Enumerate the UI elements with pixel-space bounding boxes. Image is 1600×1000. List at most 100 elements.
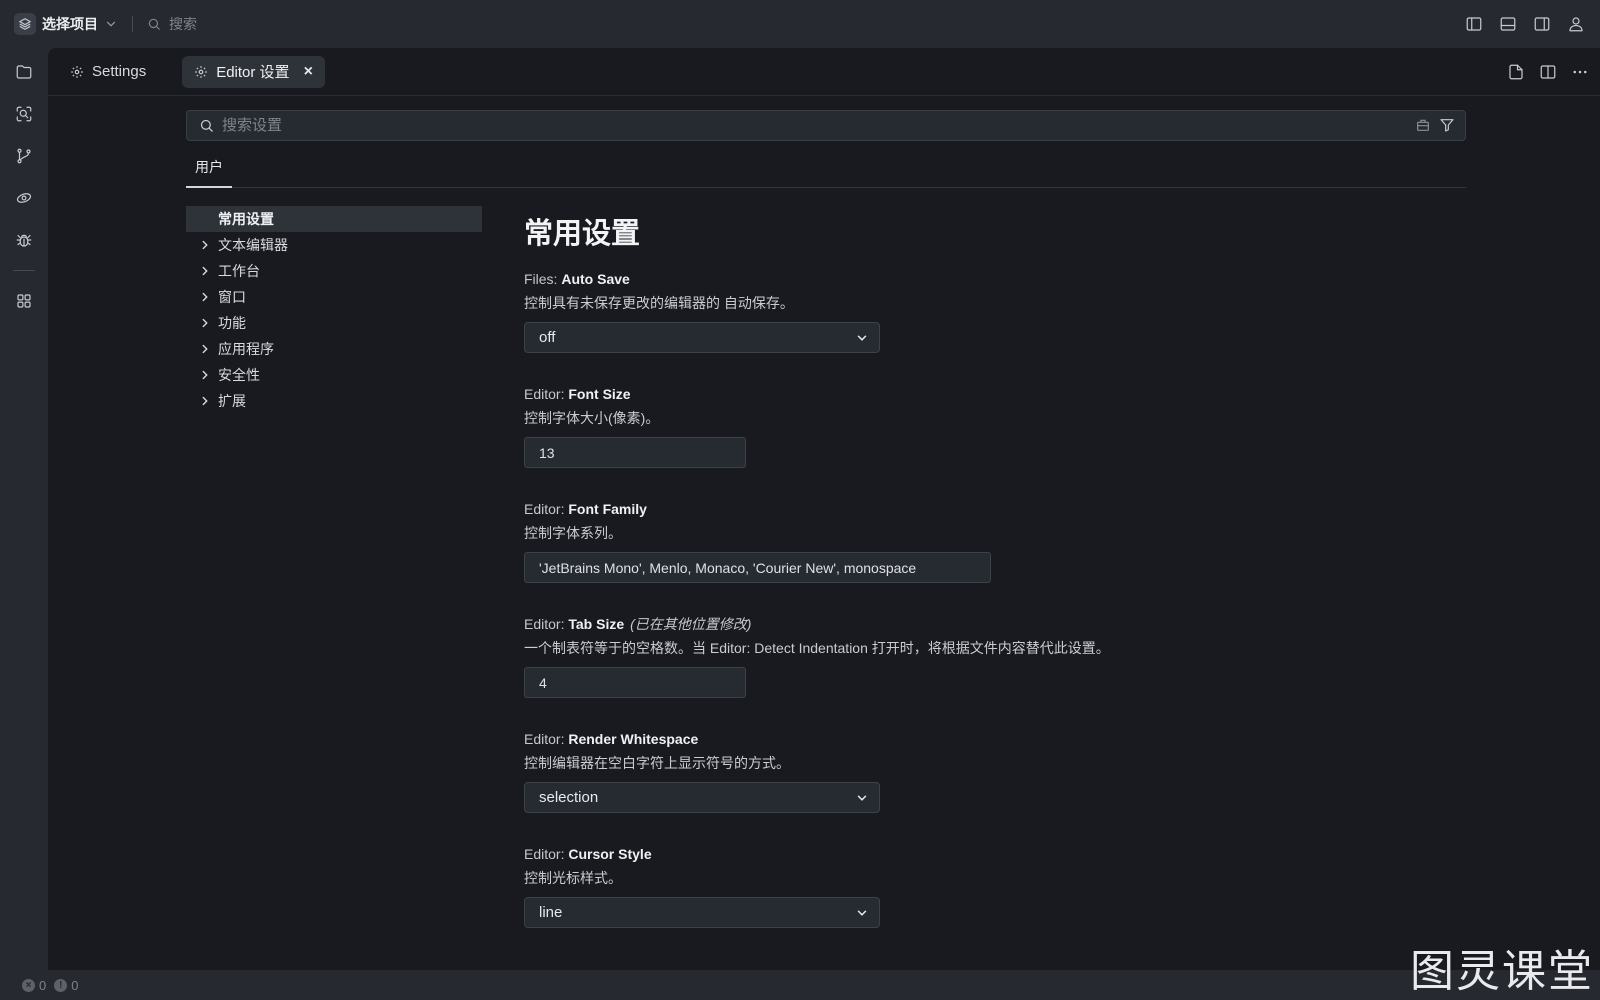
chevron-right-icon — [198, 290, 218, 304]
search-icon — [199, 118, 214, 133]
setting-title: Editor: Cursor Style — [524, 843, 1564, 867]
activity-bar — [0, 48, 48, 970]
setting-prefix: Editor: — [524, 616, 565, 632]
status-bar: × 0 ! 0 — [0, 970, 1600, 1000]
setting-name: Font Family — [568, 501, 647, 517]
tree-item[interactable]: 文本编辑器 — [186, 232, 482, 258]
chevron-right-icon — [198, 368, 218, 382]
setting-title: Editor: Tab Size (已在其他位置修改) — [524, 613, 1564, 637]
editor-panel: Settings Editor 设置 × 搜索设置 用户 常用设置 文本编辑器 … — [48, 48, 1600, 970]
search-scan-icon[interactable] — [8, 98, 40, 130]
setting-render-whitespace: Editor: Render Whitespace 控制编辑器在空白字符上显示符… — [524, 728, 1564, 813]
setting-description: 控制光标样式。 — [524, 870, 622, 886]
tree-item-label: 应用程序 — [218, 341, 274, 357]
settings-tree: 常用设置 文本编辑器 工作台 窗口 功能 应用程序 安全性 扩展 — [186, 206, 482, 414]
warning-count[interactable]: 0 — [71, 978, 78, 993]
tree-item-label: 扩展 — [218, 393, 246, 409]
activity-divider — [13, 270, 35, 271]
setting-title: Editor: Font Size — [524, 383, 1564, 407]
tree-item[interactable]: 应用程序 — [186, 336, 482, 362]
setting-prefix: Editor: — [524, 386, 565, 402]
close-tab-button[interactable]: × — [304, 63, 313, 81]
project-picker[interactable]: 选择项目 — [14, 9, 118, 39]
layout-controls — [1464, 12, 1586, 36]
cursor-style-select[interactable]: line — [524, 897, 880, 928]
setting-description: 一个制表符等于的空格数。当 Editor: Detect Indentation… — [524, 640, 1110, 656]
tree-item-label: 文本编辑器 — [218, 237, 288, 253]
auto-save-select[interactable]: off — [524, 322, 880, 353]
tree-item[interactable]: 功能 — [186, 310, 482, 336]
folder-icon[interactable] — [8, 56, 40, 88]
setting-description: 控制编辑器在空白字符上显示符号的方式。 — [524, 755, 790, 771]
tab-actions — [1506, 60, 1590, 84]
chevron-down-icon — [104, 17, 118, 31]
chevron-down-icon — [855, 791, 869, 805]
chevron-down-icon — [855, 906, 869, 920]
error-count[interactable]: 0 — [39, 978, 46, 993]
remote-explorer-icon[interactable] — [8, 182, 40, 214]
select-value: selection — [539, 789, 599, 806]
setting-name: Cursor Style — [568, 846, 652, 862]
titlebar-divider — [132, 16, 133, 32]
setting-font-family: Editor: Font Family 控制字体系列。 'JetBrains M… — [524, 498, 1564, 583]
setting-description: 控制字体大小(像素)。 — [524, 410, 660, 426]
debug-bug-icon[interactable] — [8, 224, 40, 256]
font-family-input[interactable]: 'JetBrains Mono', Menlo, Monaco, 'Courie… — [524, 552, 991, 583]
tree-item-label: 工作台 — [218, 263, 260, 279]
setting-auto-save: Files: Auto Save 控制具有未保存更改的编辑器的 自动保存。 of… — [524, 268, 1564, 353]
render-whitespace-select[interactable]: selection — [524, 782, 880, 813]
scope-tab-user[interactable]: 用户 — [186, 154, 232, 188]
setting-name: Auto Save — [561, 271, 630, 287]
settings-search-input[interactable] — [222, 117, 1382, 134]
error-icon[interactable]: × — [22, 978, 35, 992]
setting-title: Editor: Font Family — [524, 498, 1564, 522]
clear-settings-icon[interactable] — [1415, 117, 1431, 133]
tree-item[interactable]: 窗口 — [186, 284, 482, 310]
tree-item-label: 窗口 — [218, 289, 246, 305]
select-value: line — [539, 904, 563, 921]
account-icon[interactable] — [1566, 12, 1586, 36]
setting-name: Font Size — [568, 386, 631, 402]
extensions-grid-icon[interactable] — [8, 285, 40, 317]
chevron-right-icon — [198, 394, 218, 408]
command-search-placeholder: 搜索 — [169, 16, 197, 32]
command-search[interactable]: 搜索 — [147, 14, 197, 34]
more-icon[interactable] — [1570, 60, 1590, 84]
tab-size-input[interactable]: 4 — [524, 667, 746, 698]
project-name: 选择项目 — [42, 16, 98, 32]
split-editor-icon[interactable] — [1538, 60, 1558, 84]
git-branch-icon[interactable] — [8, 140, 40, 172]
chevron-right-icon — [198, 342, 218, 356]
settings-content: 常用设置 Files: Auto Save 控制具有未保存更改的编辑器的 自动保… — [524, 206, 1564, 958]
modified-elsewhere-note[interactable]: (已在其他位置修改) — [630, 616, 751, 632]
toggle-right-sidebar-icon[interactable] — [1532, 12, 1552, 36]
setting-prefix: Files: — [524, 271, 558, 287]
setting-description: 控制字体系列。 — [524, 525, 622, 541]
tree-item-common[interactable]: 常用设置 — [186, 206, 482, 232]
chevron-right-icon — [198, 238, 218, 252]
tab-settings-label: Settings — [92, 63, 147, 80]
tree-item[interactable]: 扩展 — [186, 388, 482, 414]
font-size-input[interactable]: 13 — [524, 437, 746, 468]
filter-icon[interactable] — [1439, 117, 1455, 133]
setting-tab-size: Editor: Tab Size (已在其他位置修改) 一个制表符等于的空格数。当… — [524, 613, 1564, 698]
tree-item-label: 功能 — [218, 315, 246, 331]
settings-search-box — [186, 110, 1466, 141]
chevron-right-icon — [198, 316, 218, 330]
setting-font-size: Editor: Font Size 控制字体大小(像素)。 13 — [524, 383, 1564, 468]
scope-tabs: 用户 — [186, 154, 1466, 188]
chevron-down-icon — [855, 331, 869, 345]
tree-item[interactable]: 安全性 — [186, 362, 482, 388]
open-json-icon[interactable] — [1506, 60, 1526, 84]
tab-editor-settings-label: Editor 设置 — [216, 64, 290, 81]
tab-settings[interactable]: Settings — [58, 56, 158, 88]
setting-prefix: Editor: — [524, 731, 565, 747]
gear-icon — [194, 65, 208, 79]
setting-cursor-style: Editor: Cursor Style 控制光标样式。 line — [524, 843, 1564, 928]
tree-item[interactable]: 工作台 — [186, 258, 482, 284]
warning-icon[interactable]: ! — [54, 978, 68, 992]
setting-description: 控制具有未保存更改的编辑器的 自动保存。 — [524, 295, 794, 311]
toggle-bottom-panel-icon[interactable] — [1498, 12, 1518, 36]
toggle-left-sidebar-icon[interactable] — [1464, 12, 1484, 36]
tab-editor-settings[interactable]: Editor 设置 × — [182, 55, 325, 88]
